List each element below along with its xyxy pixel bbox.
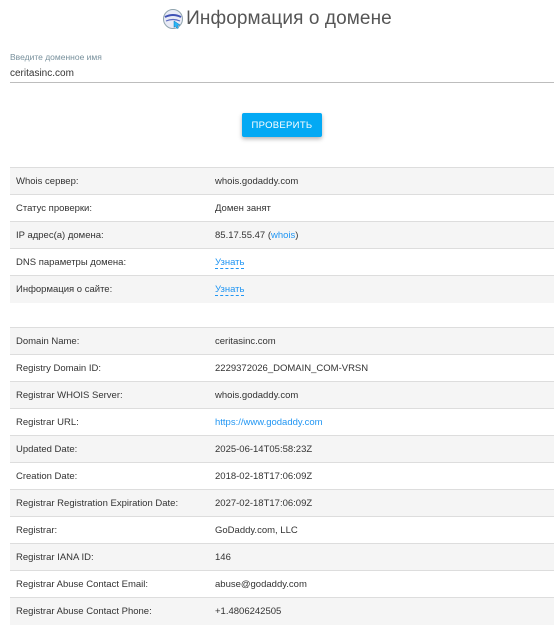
row-key: Registrar IANA ID: [10,543,209,571]
row-key: Domain Name: [10,327,209,355]
table-row: Registrar IANA ID: 146 [10,543,554,571]
row-value: 2025-06-14T05:58:23Z [209,435,554,463]
page-title: Информация о домене [186,8,392,29]
table-row: Domain Name: ceritasinc.com [10,327,554,355]
row-value: +1.4806242505 [209,597,554,625]
row-key: Registrar WHOIS Server: [10,381,209,409]
table-row: Registrar Registration Expiration Date: … [10,489,554,517]
row-value: ceritasinc.com [209,327,554,355]
row-value: Домен занят [209,194,554,222]
row-key: Registrar: [10,516,209,544]
row-value: 2229372026_DOMAIN_COM-VRSN [209,354,554,382]
registrar-url-link[interactable]: https://www.godaddy.com [215,417,323,428]
table-row: IP адрес(а) домена: 85.17.55.47 (whois) [10,221,554,249]
domain-input[interactable] [10,66,554,80]
row-key: IP адрес(а) домена: [10,221,209,249]
row-value: Узнать [209,275,554,303]
row-key: DNS параметры домена: [10,248,209,276]
domain-field-label: Введите доменное имя [10,52,102,62]
table-row: Registrar URL: https://www.godaddy.com [10,408,554,436]
row-key: Информация о сайте: [10,275,209,303]
row-key: Whois сервер: [10,167,209,195]
table-row: Registrar WHOIS Server: whois.godaddy.co… [10,381,554,409]
row-value: whois.godaddy.com [209,381,554,409]
row-key: Registrar Registration Expiration Date: [10,489,209,517]
table-row: Registrar Abuse Contact Email: abuse@god… [10,570,554,598]
whois-details-table: Domain Name: ceritasinc.com Registry Dom… [10,327,554,625]
table-row: DNS параметры домена: Узнать [10,248,554,276]
table-row: Статус проверки: Домен занят [10,194,554,222]
table-row: Registrar Abuse Contact Phone: +1.480624… [10,597,554,625]
row-key: Registrar Abuse Contact Email: [10,570,209,598]
row-key: Creation Date: [10,462,209,490]
dns-lookup-link[interactable]: Узнать [215,256,245,269]
row-value: 2027-02-18T17:06:09Z [209,489,554,517]
globe-magnifier-icon [163,9,184,29]
row-value: GoDaddy.com, LLC [209,516,554,544]
row-value: whois.godaddy.com [209,167,554,195]
row-key: Статус проверки: [10,194,209,222]
table-row: Registrar: GoDaddy.com, LLC [10,516,554,544]
table-row: Информация о сайте: Узнать [10,275,554,303]
row-value: abuse@godaddy.com [209,570,554,598]
ip-address: 85.17.55.47 [215,229,266,241]
ip-paren-close: ) [295,229,299,241]
domain-field: Введите доменное имя [10,50,554,83]
table-row: Whois сервер: whois.godaddy.com [10,167,554,195]
row-value: 85.17.55.47 (whois) [209,221,554,249]
row-value: 146 [209,543,554,571]
ip-whois-link[interactable]: whois [271,230,295,241]
table-row: Updated Date: 2025-06-14T05:58:23Z [10,435,554,463]
page-header: Информация о домене [0,5,554,33]
row-value: https://www.godaddy.com [209,408,554,436]
row-value: 2018-02-18T17:06:09Z [209,462,554,490]
site-info-link[interactable]: Узнать [215,283,245,296]
row-key: Registry Domain ID: [10,354,209,382]
table-row: Creation Date: 2018-02-18T17:06:09Z [10,462,554,490]
row-key: Registrar Abuse Contact Phone: [10,597,209,625]
table-row: Registry Domain ID: 2229372026_DOMAIN_CO… [10,354,554,382]
row-key: Registrar URL: [10,408,209,436]
summary-table: Whois сервер: whois.godaddy.com Статус п… [10,167,554,303]
row-key: Updated Date: [10,435,209,463]
row-value: Узнать [209,248,554,276]
check-button[interactable]: ПРОВЕРИТЬ [242,113,322,137]
